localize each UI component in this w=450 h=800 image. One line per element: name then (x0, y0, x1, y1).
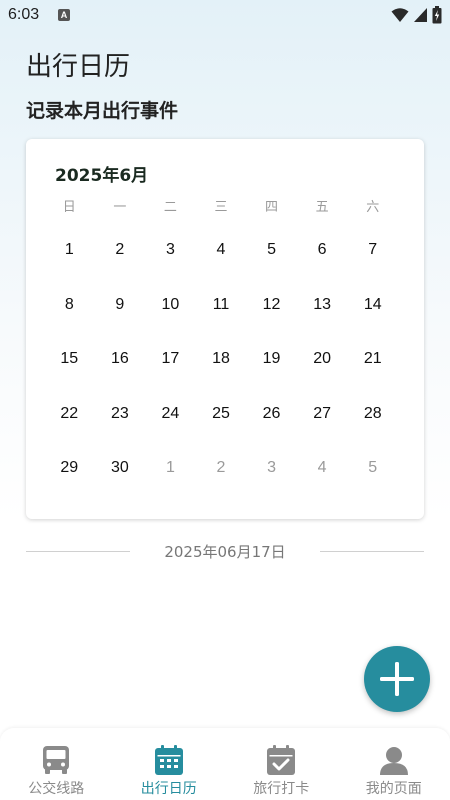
nav-label: 出行日历 (140, 781, 197, 797)
a-icon: A (58, 9, 70, 21)
calendar-day[interactable]: 26 (246, 387, 297, 442)
calendar-day[interactable]: 27 (297, 387, 348, 442)
status-icons (391, 6, 442, 24)
calendar-day[interactable]: 3 (145, 223, 196, 278)
page-title: 出行日历 (26, 52, 131, 82)
calendar-day[interactable]: 1 (44, 223, 95, 278)
calendar-day-other-month[interactable]: 1 (145, 441, 196, 496)
calendar-day-other-month[interactable]: 5 (347, 441, 398, 496)
weekday-label: 二 (163, 200, 177, 215)
calendar-month-label: 2025年6月 (55, 166, 149, 186)
person-icon (379, 747, 408, 775)
bus-icon (43, 746, 70, 774)
calendar-days-grid: 1 2 3 4 5 6 7 8 9 10 11 12 13 14 15 16 17 18 19 20 21 22 23 24 2… (44, 223, 398, 495)
calendar-day[interactable]: 29 (44, 441, 95, 496)
calendar-day[interactable]: 18 (196, 332, 247, 387)
calendar-day[interactable]: 9 (95, 278, 146, 333)
calendar-day[interactable]: 13 (297, 278, 348, 333)
weekday-label: 三 (214, 200, 228, 215)
calendar-day[interactable]: 10 (145, 278, 196, 333)
calendar-day[interactable]: 11 (196, 278, 247, 333)
divider-right (320, 550, 424, 552)
nav-label: 我的页面 (365, 781, 422, 797)
weekday-label: 五 (315, 200, 329, 215)
divider-left (26, 550, 130, 552)
calendar-day[interactable]: 24 (145, 387, 196, 442)
weekday-label: 六 (366, 200, 380, 215)
calendar-day[interactable]: 30 (95, 441, 146, 496)
nav-label: 公交线路 (28, 781, 85, 797)
calendar-day[interactable]: 19 (246, 332, 297, 387)
nav-label: 旅行打卡 (253, 781, 310, 797)
plus-icon (380, 662, 414, 696)
bottom-nav: 公交线路 出行日历 旅行打卡 我的页面 (0, 728, 450, 800)
nav-item-bus-routes[interactable]: 公交线路 (0, 728, 113, 800)
weekday-label: 四 (265, 200, 279, 215)
calendar-day[interactable]: 6 (297, 223, 348, 278)
status-time: 6:03 (8, 6, 40, 23)
battery-icon (432, 6, 442, 24)
nav-item-travel-checkin[interactable]: 旅行打卡 (225, 728, 338, 800)
nav-item-travel-calendar[interactable]: 出行日历 (113, 728, 226, 800)
calendar-day[interactable]: 17 (145, 332, 196, 387)
selected-date-row: 2025年06月17日 (26, 540, 424, 562)
calendar-day[interactable]: 4 (196, 223, 247, 278)
nav-item-my-page[interactable]: 我的页面 (338, 728, 450, 800)
calendar-day-other-month[interactable]: 4 (297, 441, 348, 496)
calendar-weekdays: 日一二三四五六 (44, 196, 398, 216)
calendar-card: 2025年6月 日一二三四五六 1 2 3 4 5 6 7 8 9 10 11 12 13 14 15 16 1… (26, 139, 424, 519)
calendar-day[interactable]: 21 (347, 332, 398, 387)
status-bar: 6:03 A (0, 0, 450, 30)
weekday-label: 日 (62, 200, 76, 215)
calendar-day[interactable]: 14 (347, 278, 398, 333)
calendar-day[interactable]: 5 (246, 223, 297, 278)
calendar-day[interactable]: 15 (44, 332, 95, 387)
calendar-day[interactable]: 12 (246, 278, 297, 333)
calendar-day-other-month[interactable]: 3 (246, 441, 297, 496)
calendar-day[interactable]: 25 (196, 387, 247, 442)
calendar-day[interactable]: 20 (297, 332, 348, 387)
page-subtitle: 记录本月出行事件 (26, 100, 179, 122)
selected-date: 2025年06月17日 (164, 542, 286, 561)
calendar-day[interactable]: 8 (44, 278, 95, 333)
signal-icon (414, 8, 427, 22)
calendar-day[interactable]: 22 (44, 387, 95, 442)
calendar-day-other-month[interactable]: 2 (196, 441, 247, 496)
calendar-day[interactable]: 16 (95, 332, 146, 387)
weekday-label: 一 (113, 200, 127, 215)
calendar-day[interactable]: 23 (95, 387, 146, 442)
calendar-day[interactable]: 7 (347, 223, 398, 278)
add-event-button[interactable] (364, 646, 430, 712)
calendar-check-icon (267, 745, 296, 775)
calendar-day[interactable]: 2 (95, 223, 146, 278)
calendar-icon (154, 745, 183, 775)
wifi-icon (391, 8, 409, 22)
calendar-day[interactable]: 28 (347, 387, 398, 442)
